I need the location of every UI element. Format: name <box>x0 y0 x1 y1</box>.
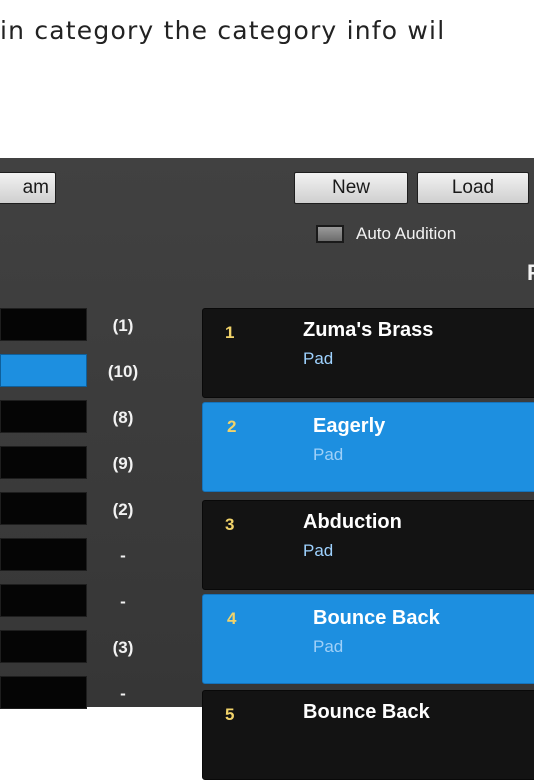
category-slot[interactable] <box>0 630 87 663</box>
category-count: (8) <box>112 408 134 427</box>
auto-audition-checkbox[interactable] <box>316 225 344 243</box>
category-count: (2) <box>112 500 134 519</box>
category-slot[interactable] <box>0 538 87 571</box>
category-count: (1) <box>112 316 134 335</box>
preset-category: Pad <box>303 349 334 368</box>
preset-category: Pad <box>313 445 344 464</box>
category-slot[interactable] <box>0 492 87 525</box>
category-count: (10) <box>107 362 139 381</box>
preset-name: Bounce Back <box>303 701 430 723</box>
preset-name: Zuma's Brass <box>303 319 434 341</box>
preset-number: 4 <box>227 609 237 628</box>
category-slot[interactable] <box>0 400 87 433</box>
category-slot-selected[interactable] <box>0 354 87 387</box>
preset-number: 1 <box>225 323 235 342</box>
category-slot[interactable] <box>0 446 87 479</box>
category-slot[interactable] <box>0 308 87 341</box>
preset-browser-panel: am New Load Auto Audition P (1) (10) (8)… <box>0 158 534 780</box>
preset-name: Eagerly <box>313 415 386 437</box>
load-button[interactable]: Load <box>417 172 529 204</box>
preset-row-selected[interactable]: 2 Eagerly Pad <box>202 402 534 492</box>
preset-row[interactable]: 5 Bounce Back <box>202 690 534 780</box>
preset-row[interactable]: 1 Zuma's Brass Pad <box>202 308 534 398</box>
category-count: - <box>120 592 126 611</box>
category-count: (9) <box>112 454 134 473</box>
preset-row[interactable]: 3 Abduction Pad <box>202 500 534 590</box>
edge-label: P <box>527 260 534 286</box>
preset-name: Bounce Back <box>313 607 440 629</box>
preset-number: 2 <box>227 417 237 436</box>
new-button[interactable]: New <box>294 172 408 204</box>
preset-category: Pad <box>313 637 344 656</box>
preset-name: Abduction <box>303 511 402 533</box>
category-slot[interactable] <box>0 676 87 709</box>
preset-number: 5 <box>225 705 235 724</box>
category-slot[interactable] <box>0 584 87 617</box>
preset-category: Pad <box>303 541 334 560</box>
param-button[interactable]: am <box>0 172 56 204</box>
document-text: in category the category info wil <box>0 16 446 45</box>
category-count: - <box>120 546 126 565</box>
auto-audition-label: Auto Audition <box>356 224 457 243</box>
auto-audition-toggle[interactable]: Auto Audition <box>316 224 456 244</box>
category-count: (3) <box>112 638 134 657</box>
category-count: - <box>120 684 126 703</box>
preset-row-selected[interactable]: 4 Bounce Back Pad <box>202 594 534 684</box>
preset-number: 3 <box>225 515 235 534</box>
